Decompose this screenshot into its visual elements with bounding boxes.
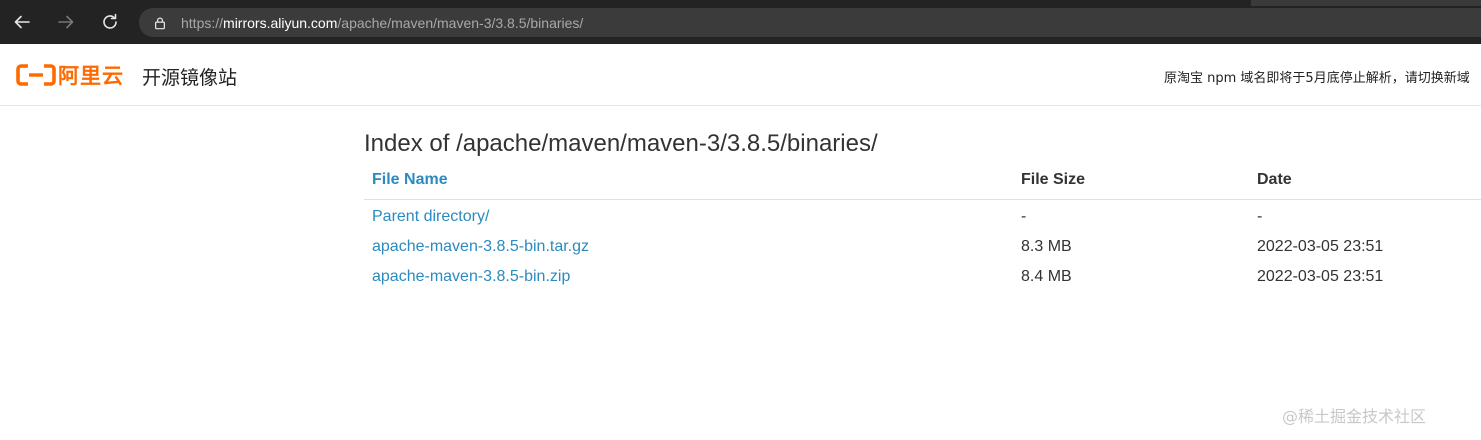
page-title: Index of /apache/maven/maven-3/3.8.5/bin… — [364, 130, 878, 157]
back-button[interactable] — [10, 10, 34, 34]
table-row: Parent directory/ - - — [364, 202, 1481, 232]
tab-strip-edge — [1251, 0, 1481, 6]
reload-icon — [103, 13, 117, 29]
aliyun-logo[interactable]: 阿里云 — [16, 60, 124, 90]
url-host: mirrors.aliyun.com — [223, 14, 338, 31]
site-header: 阿里云 开源镜像站 原淘宝 npm 域名即将于5月底停止解析，请切换新域 — [0, 44, 1481, 106]
lock-icon[interactable] — [151, 14, 169, 32]
file-link[interactable]: apache-maven-3.8.5-bin.tar.gz — [372, 232, 589, 262]
forward-button[interactable] — [54, 10, 78, 34]
address-url[interactable]: https://mirrors.aliyun.com/apache/maven/… — [181, 15, 583, 31]
table-header: File Name File Size Date — [364, 164, 1481, 200]
table-row: apache-maven-3.8.5-bin.tar.gz 8.3 MB 202… — [364, 232, 1481, 262]
table-row: apache-maven-3.8.5-bin.zip 8.4 MB 2022-0… — [364, 262, 1481, 292]
address-bar[interactable]: https://mirrors.aliyun.com/apache/maven/… — [139, 8, 1481, 37]
reload-button[interactable] — [98, 10, 122, 34]
column-header-file-size[interactable]: File Size — [1021, 164, 1085, 196]
file-link[interactable]: Parent directory/ — [372, 202, 489, 232]
aliyun-logo-icon — [16, 64, 56, 86]
file-size: - — [1021, 208, 1027, 225]
url-scheme: https:// — [181, 14, 224, 31]
notice-banner-text: 原淘宝 npm 域名即将于5月底停止解析，请切换新域 — [1164, 71, 1470, 86]
column-header-file-name[interactable]: File Name — [372, 164, 448, 196]
file-link[interactable]: apache-maven-3.8.5-bin.zip — [372, 262, 570, 292]
browser-toolbar: https://mirrors.aliyun.com/apache/maven/… — [0, 0, 1481, 44]
file-date: 2022-03-05 23:51 — [1257, 268, 1384, 285]
logo-text: 阿里云 — [58, 64, 124, 88]
watermark-text: @稀土掘金技术社区 — [1282, 407, 1427, 426]
file-date: - — [1257, 208, 1263, 225]
file-size: 8.3 MB — [1021, 238, 1072, 255]
file-table: File Name File Size Date Parent director… — [364, 164, 1481, 292]
file-date: 2022-03-05 23:51 — [1257, 238, 1384, 255]
arrow-right-icon — [58, 15, 74, 29]
column-header-date[interactable]: Date — [1257, 164, 1292, 196]
url-path: /apache/maven/maven-3/3.8.5/binaries/ — [337, 14, 584, 31]
site-title[interactable]: 开源镜像站 — [142, 63, 237, 90]
file-size: 8.4 MB — [1021, 268, 1072, 285]
arrow-left-icon — [14, 15, 30, 29]
